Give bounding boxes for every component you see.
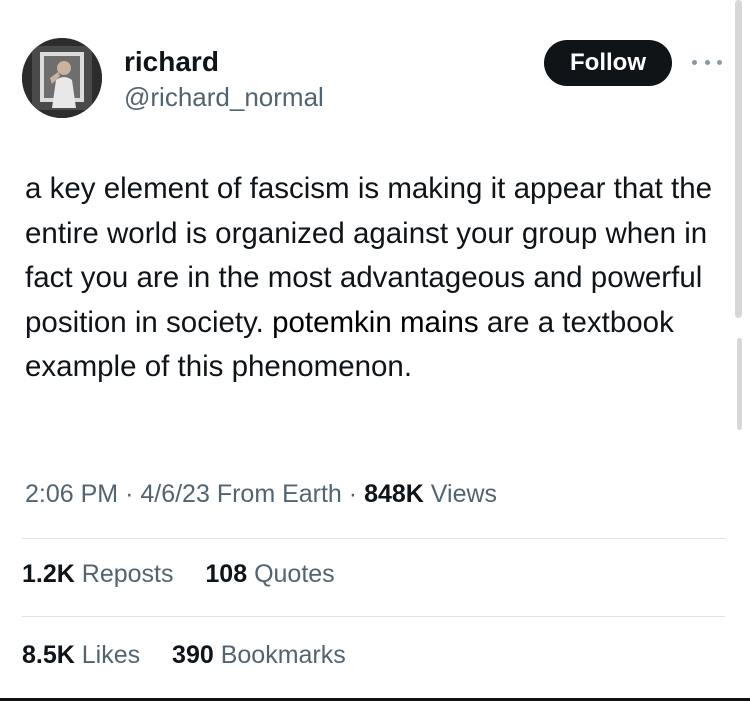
- meta-separator: ·: [348, 480, 358, 508]
- tweet-source: From Earth: [216, 480, 342, 508]
- quotes-label: Quotes: [254, 560, 335, 588]
- likes-label: Likes: [81, 641, 141, 669]
- avatar-photo-icon: [22, 38, 102, 118]
- meta-separator: ·: [125, 480, 134, 508]
- likes-stat[interactable]: 8.5K Likes: [22, 641, 147, 669]
- bookmarks-count: 390: [172, 641, 214, 669]
- scrollbar[interactable]: [737, 338, 742, 430]
- views-label: Views: [430, 480, 498, 508]
- views-count: 848K: [364, 480, 424, 508]
- tweet-header: richard @richard_normal Follow: [22, 38, 722, 122]
- reposts-label: Reposts: [81, 560, 174, 588]
- reposts-count: 1.2K: [22, 560, 75, 588]
- likes-bookmarks-row: 8.5K Likes 390 Bookmarks: [22, 641, 346, 670]
- author-handle[interactable]: @richard_normal: [124, 82, 324, 113]
- quotes-count: 108: [205, 560, 248, 588]
- tweet-date[interactable]: 4/6/23: [140, 480, 210, 508]
- bookmarks-label: Bookmarks: [220, 641, 346, 669]
- tweet-inserted-text-2: mains: [399, 305, 479, 339]
- follow-button[interactable]: Follow: [544, 40, 672, 86]
- likes-count: 8.5K: [22, 641, 75, 669]
- scrollbar[interactable]: [735, 0, 742, 318]
- reposts-stat[interactable]: 1.2K Reposts: [22, 560, 180, 588]
- tweet-inserted-text-1: potemkin: [272, 305, 392, 339]
- tweet-meta: 2:06 PM · 4/6/23 From Earth · 848K Views: [25, 480, 497, 509]
- divider: [22, 616, 725, 617]
- more-options-icon[interactable]: [692, 52, 722, 72]
- tweet-time[interactable]: 2:06 PM: [25, 480, 118, 508]
- bookmarks-stat[interactable]: 390 Bookmarks: [172, 641, 346, 669]
- tweet-text: a key element of fascism is making it ap…: [25, 167, 725, 390]
- quotes-stat[interactable]: 108 Quotes: [205, 560, 334, 588]
- divider: [22, 538, 725, 539]
- reposts-quotes-row: 1.2K Reposts 108 Quotes: [22, 560, 335, 589]
- author-name[interactable]: richard: [124, 46, 219, 78]
- avatar[interactable]: [22, 38, 102, 118]
